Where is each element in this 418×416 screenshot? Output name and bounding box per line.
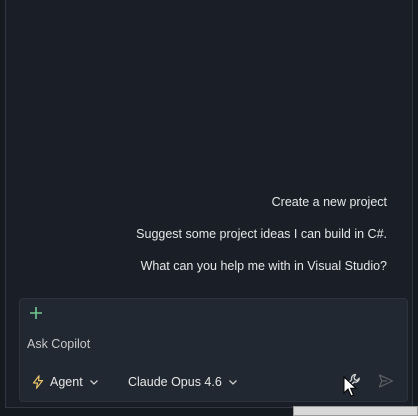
suggestion-create-project[interactable]: Create a new project	[272, 195, 387, 209]
wrench-icon	[345, 373, 360, 388]
add-context-button[interactable]	[27, 306, 45, 324]
tools-button[interactable]	[344, 372, 362, 390]
chat-input-box: Agent Claude Opus 4.6	[19, 298, 408, 402]
suggestion-project-ideas[interactable]: Suggest some project ideas I can build i…	[136, 227, 387, 241]
model-label: Claude Opus 4.6	[128, 375, 222, 389]
lightning-icon	[32, 375, 44, 389]
send-button[interactable]	[378, 373, 394, 389]
send-icon	[378, 374, 394, 388]
chevron-down-icon	[89, 380, 98, 385]
copilot-chat-panel: Create a new project Suggest some projec…	[5, 0, 413, 408]
tooltip	[293, 406, 418, 416]
mode-label: Agent	[50, 375, 83, 389]
ask-copilot-input[interactable]	[27, 335, 397, 353]
plus-icon	[30, 307, 42, 319]
suggestion-what-can-you-help[interactable]: What can you help me with in Visual Stud…	[141, 259, 387, 273]
chevron-down-icon	[228, 380, 237, 385]
model-dropdown-button[interactable]: Claude Opus 4.6	[128, 373, 238, 391]
mode-dropdown-button[interactable]: Agent	[32, 373, 99, 391]
